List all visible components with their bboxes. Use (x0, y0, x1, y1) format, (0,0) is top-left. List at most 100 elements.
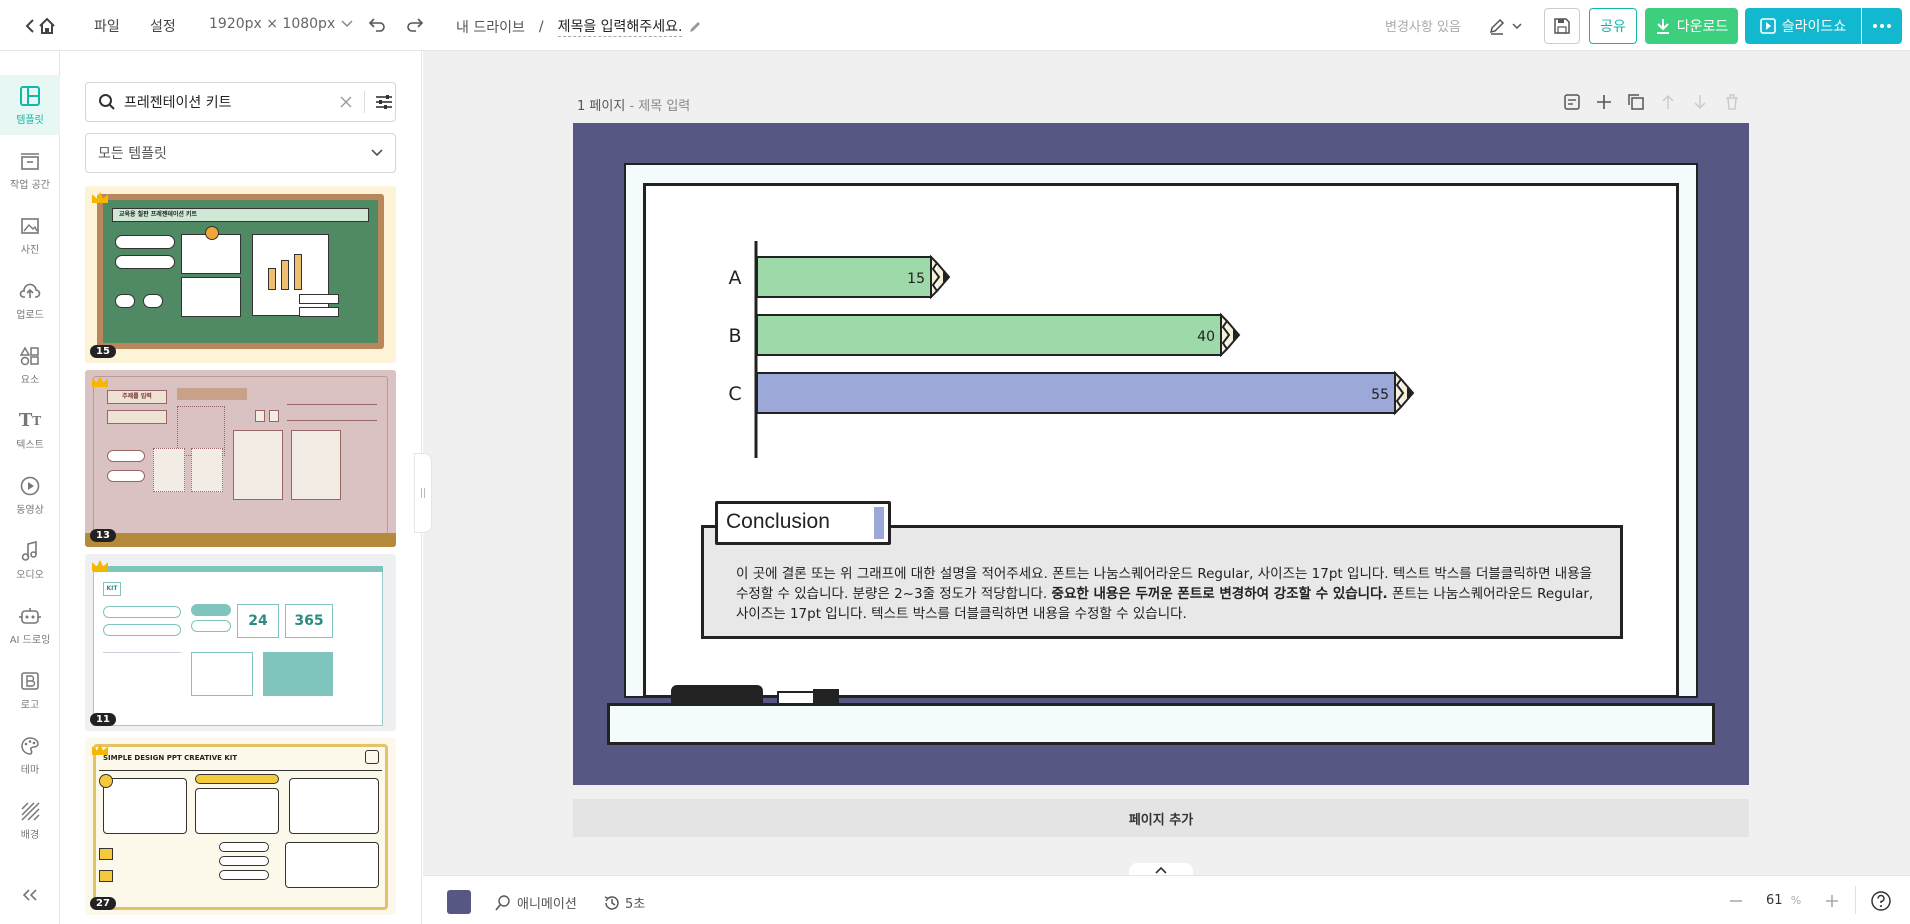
delete-page-icon[interactable] (1723, 93, 1741, 111)
collapse-sidebar-button[interactable] (15, 883, 45, 907)
zoom-level[interactable]: 61 % (1766, 893, 1801, 908)
add-page-icon[interactable] (1595, 93, 1613, 111)
left-sidebar: 템플릿 작업 공간 사진 업로드 요소 TT 텍스트 동영상 오디오 AI 드로… (0, 51, 60, 924)
thumb-input (103, 606, 181, 618)
page-title-sep: - (629, 99, 639, 114)
redo-button[interactable] (404, 14, 426, 36)
sidebar-item-text[interactable]: TT 텍스트 (0, 400, 60, 460)
template-thumbnail[interactable]: SIMPLE DESIGN PPT CREATIVE KIT 27 (85, 738, 396, 915)
conclusion-text[interactable]: 이 곳에 결론 또는 위 그래프에 대한 설명을 적어주세요. 폰트는 나눔스퀘… (736, 564, 1596, 624)
theme-icon (19, 735, 41, 757)
sidebar-item-workspace[interactable]: 작업 공간 (0, 140, 60, 200)
move-down-icon[interactable] (1691, 93, 1709, 111)
thumb-card (195, 788, 279, 834)
menu-file-label: 파일 (94, 19, 120, 35)
thumb-topbar (93, 566, 383, 572)
clear-icon[interactable] (340, 96, 352, 108)
animation-label: 애니메이션 (517, 897, 577, 912)
conclusion-line: 수정할 수 있습니다. 분량은 2~3줄 정도가 적당합니다. (736, 586, 1048, 602)
template-filter-dropdown[interactable]: 모든 템플릿 (85, 133, 396, 173)
add-page-button[interactable]: 페이지 추가 (573, 799, 1749, 837)
thumb-stat: 24 (237, 604, 279, 638)
move-up-icon[interactable] (1659, 93, 1677, 111)
thumb-keyword (219, 856, 269, 866)
home-button[interactable] (20, 13, 60, 39)
sidebar-item-audio[interactable]: 오디오 (0, 530, 60, 590)
whiteboard-tray (607, 703, 1715, 745)
magic-wand-icon (495, 894, 510, 910)
breadcrumb-root[interactable]: 내 드라이브 (456, 17, 525, 37)
sidebar-item-label: 오디오 (16, 569, 44, 581)
thumb-num (255, 410, 265, 422)
sidebar-item-photos[interactable]: 사진 (0, 205, 60, 265)
zoom-out-button[interactable] (1726, 891, 1746, 911)
download-label: 다운로드 (1676, 19, 1729, 35)
sidebar-item-theme[interactable]: 테마 (0, 725, 60, 785)
thumb-pill (107, 450, 145, 462)
search-input[interactable] (124, 94, 324, 110)
menu-file[interactable]: 파일 (94, 16, 120, 36)
sidebar-item-label: 요소 (20, 374, 40, 386)
conclusion-bold: 중요한 내용은 두꺼운 폰트로 변경하여 강조할 수 있습니다. (1051, 586, 1388, 602)
chevron-down-icon (1512, 23, 1522, 29)
thumb-label (299, 307, 339, 317)
document-title[interactable]: 제목을 입력해주세요. (557, 16, 683, 37)
background-color-swatch[interactable] (447, 890, 471, 914)
thumb-num (99, 774, 113, 788)
sidebar-item-label: 로고 (20, 699, 40, 711)
sidebar-item-templates[interactable]: 템플릿 (0, 75, 60, 135)
thumb-ribbon (107, 410, 167, 424)
slideshow-label: 슬라이드쇼 (1781, 19, 1847, 35)
menu-settings[interactable]: 설정 (150, 16, 176, 36)
sidebar-item-upload[interactable]: 업로드 (0, 270, 60, 330)
share-button[interactable]: 공유 (1589, 8, 1637, 44)
slideshow-button[interactable]: 슬라이드쇼 (1745, 8, 1861, 44)
animation-button[interactable]: 애니메이션 (495, 893, 577, 912)
thumb-keypoint (195, 774, 279, 784)
page-count-badge: 27 (90, 897, 116, 910)
conclusion-line: 폰트는 나눔스퀘어라운드 Regular, (1391, 586, 1594, 602)
sidebar-item-video[interactable]: 동영상 (0, 465, 60, 525)
redo-icon (407, 18, 424, 32)
sidebar-item-ai-drawing[interactable]: AI 드로잉 (0, 595, 60, 655)
category-label: C (728, 383, 741, 405)
thumb-frame (153, 448, 185, 492)
zoom-unit: % (1790, 894, 1802, 907)
more-button[interactable] (1862, 8, 1902, 44)
bottom-divider (1855, 886, 1856, 914)
duplicate-page-icon[interactable] (1627, 93, 1645, 111)
zoom-in-button[interactable] (1822, 891, 1842, 911)
thumb-card (233, 430, 283, 500)
thumb-page (93, 566, 383, 726)
upload-icon (19, 280, 41, 302)
filter-sliders-icon[interactable] (375, 94, 393, 110)
sidebar-item-logo[interactable]: 로고 (0, 660, 60, 720)
slide-canvas[interactable]: A 15 B 40 C 55 이 곳에 결론 또는 위 그래프에 대한 설명을 적어주세요… (573, 123, 1749, 785)
minus-icon (1730, 900, 1742, 902)
duration-button[interactable]: 5초 (603, 893, 645, 912)
pen-tool-dropdown[interactable] (1484, 14, 1526, 38)
template-thumbnail[interactable]: 주제를 입력 13 (85, 370, 396, 547)
thumb-title: 주제를 입력 (107, 390, 167, 404)
more-dots-icon (1873, 24, 1891, 28)
template-icon (19, 85, 41, 107)
help-button[interactable] (1870, 890, 1892, 912)
page-size-dropdown[interactable]: 1920px × 1080px (209, 16, 353, 32)
grip-icon (421, 488, 425, 498)
sidebar-item-background[interactable]: 배경 (0, 790, 60, 850)
page-toolbar (1563, 93, 1741, 111)
thumb-frame (191, 448, 223, 492)
sidebar-item-label: AI 드로잉 (9, 634, 51, 646)
template-thumbnail[interactable]: 교육용 칠판 프레젠테이션 키트 15 (85, 186, 396, 363)
save-button[interactable] (1544, 8, 1580, 44)
bar-c (756, 372, 1396, 414)
template-thumbnail[interactable]: KIT 24 365 11 (85, 554, 396, 731)
page-title[interactable]: 제목 입력 (638, 99, 690, 114)
sidebar-item-label: 배경 (20, 829, 40, 841)
page-note-icon[interactable] (1563, 93, 1581, 111)
panel-resize-handle[interactable] (414, 453, 432, 533)
download-button[interactable]: 다운로드 (1645, 8, 1738, 44)
logo-icon (19, 670, 41, 692)
sidebar-item-elements[interactable]: 요소 (0, 335, 60, 395)
undo-button[interactable] (366, 14, 388, 36)
